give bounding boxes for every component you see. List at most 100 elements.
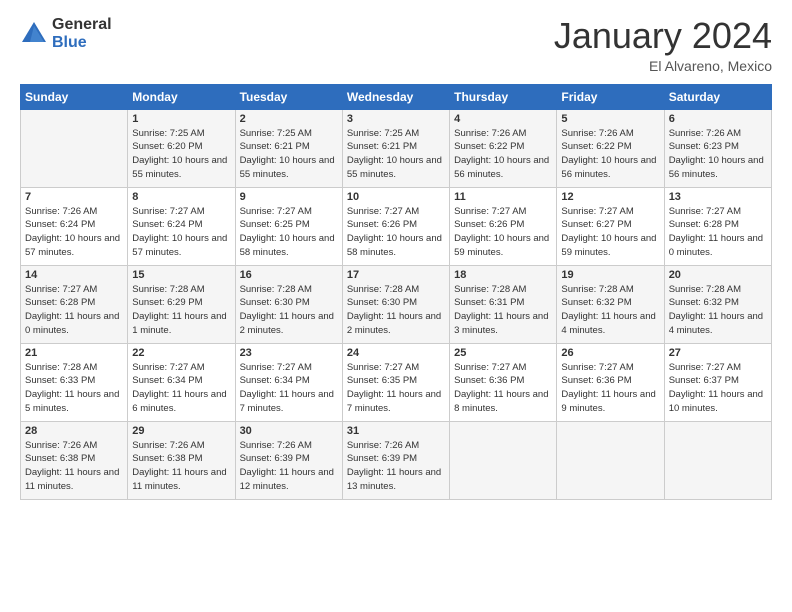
calendar-cell: 22 Sunrise: 7:27 AMSunset: 6:34 PMDayligh… (128, 343, 235, 421)
day-number: 20 (669, 269, 767, 281)
cell-content: Sunrise: 7:28 AMSunset: 6:32 PMDaylight:… (669, 283, 767, 338)
calendar-cell: 6Sunrise: 7:26 AMSunset: 6:23 PMDaylight… (664, 109, 771, 187)
header: General Blue January 2024 El Alvareno, M… (20, 16, 772, 74)
day-number: 24 (347, 347, 445, 359)
day-number: 4 (454, 113, 552, 125)
cell-content: Sunrise: 7:26 AMSunset: 6:38 PMDaylight:… (25, 439, 123, 494)
calendar-cell: 14Sunrise: 7:27 AMSunset: 6:28 PMDayligh… (21, 265, 128, 343)
calendar-cell: 31 Sunrise: 7:26 AMSunset: 6:39 PMDayligh… (342, 421, 449, 499)
logo-blue-text: Blue (52, 34, 112, 52)
calendar-cell: 7 Sunrise: 7:26 AMSunset: 6:24 PMDaylight… (21, 187, 128, 265)
cell-content: Sunrise: 7:28 AMSunset: 6:32 PMDaylight:… (561, 283, 659, 338)
day-number: 3 (347, 113, 445, 125)
day-number: 5 (561, 113, 659, 125)
calendar-table: SundayMondayTuesdayWednesdayThursdayFrid… (20, 84, 772, 500)
calendar-cell: 2 Sunrise: 7:25 AMSunset: 6:21 PMDaylight… (235, 109, 342, 187)
col-header-tuesday: Tuesday (235, 84, 342, 109)
cell-content: Sunrise: 7:27 AMSunset: 6:36 PMDaylight:… (561, 361, 659, 416)
header-row: SundayMondayTuesdayWednesdayThursdayFrid… (21, 84, 772, 109)
cell-content: Sunrise: 7:27 AMSunset: 6:34 PMDaylight:… (240, 361, 338, 416)
calendar-cell: 15 Sunrise: 7:28 AMSunset: 6:29 PMDayligh… (128, 265, 235, 343)
calendar-cell (664, 421, 771, 499)
calendar-cell: 27Sunrise: 7:27 AMSunset: 6:37 PMDayligh… (664, 343, 771, 421)
calendar-cell: 28 Sunrise: 7:26 AMSunset: 6:38 PMDayligh… (21, 421, 128, 499)
calendar-cell: 9 Sunrise: 7:27 AMSunset: 6:25 PMDaylight… (235, 187, 342, 265)
calendar-cell (557, 421, 664, 499)
month-title: January 2024 (554, 16, 772, 56)
cell-content: Sunrise: 7:27 AMSunset: 6:25 PMDaylight:… (240, 205, 338, 260)
day-number: 7 (25, 191, 123, 203)
day-number: 30 (240, 425, 338, 437)
col-header-thursday: Thursday (450, 84, 557, 109)
day-number: 17 (347, 269, 445, 281)
cell-content: Sunrise: 7:28 AMSunset: 6:29 PMDaylight:… (132, 283, 230, 338)
day-number: 16 (240, 269, 338, 281)
calendar-cell: 10 Sunrise: 7:27 AMSunset: 6:26 PMDayligh… (342, 187, 449, 265)
week-row-1: 7 Sunrise: 7:26 AMSunset: 6:24 PMDaylight… (21, 187, 772, 265)
col-header-sunday: Sunday (21, 84, 128, 109)
calendar-cell (21, 109, 128, 187)
calendar-cell: 30 Sunrise: 7:26 AMSunset: 6:39 PMDayligh… (235, 421, 342, 499)
day-number: 15 (132, 269, 230, 281)
day-number: 25 (454, 347, 552, 359)
cell-content: Sunrise: 7:28 AMSunset: 6:31 PMDaylight:… (454, 283, 552, 338)
day-number: 28 (25, 425, 123, 437)
cell-content: Sunrise: 7:28 AMSunset: 6:30 PMDaylight:… (240, 283, 338, 338)
col-header-saturday: Saturday (664, 84, 771, 109)
day-number: 8 (132, 191, 230, 203)
col-header-friday: Friday (557, 84, 664, 109)
logo-icon (20, 20, 48, 48)
calendar-cell: 20 Sunrise: 7:28 AMSunset: 6:32 PMDayligh… (664, 265, 771, 343)
calendar-cell: 21Sunrise: 7:28 AMSunset: 6:33 PMDayligh… (21, 343, 128, 421)
day-number: 9 (240, 191, 338, 203)
day-number: 11 (454, 191, 552, 203)
cell-content: Sunrise: 7:26 AMSunset: 6:39 PMDaylight:… (347, 439, 445, 494)
cell-content: Sunrise: 7:26 AMSunset: 6:39 PMDaylight:… (240, 439, 338, 494)
col-header-monday: Monday (128, 84, 235, 109)
logo: General Blue (20, 16, 112, 51)
day-number: 12 (561, 191, 659, 203)
cell-content: Sunrise: 7:27 AMSunset: 6:28 PMDaylight:… (669, 205, 767, 260)
day-number: 21 (25, 347, 123, 359)
calendar-cell: 5Sunrise: 7:26 AMSunset: 6:22 PMDaylight… (557, 109, 664, 187)
day-number: 13 (669, 191, 767, 203)
cell-content: Sunrise: 7:25 AMSunset: 6:21 PMDaylight:… (347, 127, 445, 182)
page: General Blue January 2024 El Alvareno, M… (0, 0, 792, 612)
day-number: 29 (132, 425, 230, 437)
cell-content: Sunrise: 7:28 AMSunset: 6:30 PMDaylight:… (347, 283, 445, 338)
cell-content: Sunrise: 7:27 AMSunset: 6:36 PMDaylight:… (454, 361, 552, 416)
week-row-4: 28 Sunrise: 7:26 AMSunset: 6:38 PMDayligh… (21, 421, 772, 499)
week-row-3: 21Sunrise: 7:28 AMSunset: 6:33 PMDayligh… (21, 343, 772, 421)
day-number: 1 (132, 113, 230, 125)
cell-content: Sunrise: 7:26 AMSunset: 6:38 PMDaylight:… (132, 439, 230, 494)
cell-content: Sunrise: 7:27 AMSunset: 6:28 PMDaylight:… (25, 283, 123, 338)
day-number: 10 (347, 191, 445, 203)
calendar-cell: 1 Sunrise: 7:25 AMSunset: 6:20 PMDaylight… (128, 109, 235, 187)
cell-content: Sunrise: 7:27 AMSunset: 6:26 PMDaylight:… (454, 205, 552, 260)
cell-content: Sunrise: 7:27 AMSunset: 6:24 PMDaylight:… (132, 205, 230, 260)
calendar-cell: 23 Sunrise: 7:27 AMSunset: 6:34 PMDayligh… (235, 343, 342, 421)
day-number: 23 (240, 347, 338, 359)
calendar-cell: 17 Sunrise: 7:28 AMSunset: 6:30 PMDayligh… (342, 265, 449, 343)
cell-content: Sunrise: 7:25 AMSunset: 6:21 PMDaylight:… (240, 127, 338, 182)
calendar-cell: 26Sunrise: 7:27 AMSunset: 6:36 PMDayligh… (557, 343, 664, 421)
day-number: 27 (669, 347, 767, 359)
cell-content: Sunrise: 7:26 AMSunset: 6:23 PMDaylight:… (669, 127, 767, 182)
cell-content: Sunrise: 7:27 AMSunset: 6:34 PMDaylight:… (132, 361, 230, 416)
calendar-cell: 3 Sunrise: 7:25 AMSunset: 6:21 PMDaylight… (342, 109, 449, 187)
day-number: 18 (454, 269, 552, 281)
cell-content: Sunrise: 7:27 AMSunset: 6:26 PMDaylight:… (347, 205, 445, 260)
location: El Alvareno, Mexico (554, 58, 772, 74)
logo-general-text: General (52, 16, 112, 34)
calendar-cell: 13 Sunrise: 7:27 AMSunset: 6:28 PMDayligh… (664, 187, 771, 265)
calendar-cell: 4Sunrise: 7:26 AMSunset: 6:22 PMDaylight… (450, 109, 557, 187)
cell-content: Sunrise: 7:27 AMSunset: 6:35 PMDaylight:… (347, 361, 445, 416)
day-number: 31 (347, 425, 445, 437)
day-number: 22 (132, 347, 230, 359)
cell-content: Sunrise: 7:25 AMSunset: 6:20 PMDaylight:… (132, 127, 230, 182)
calendar-cell: 8 Sunrise: 7:27 AMSunset: 6:24 PMDaylight… (128, 187, 235, 265)
col-header-wednesday: Wednesday (342, 84, 449, 109)
day-number: 2 (240, 113, 338, 125)
cell-content: Sunrise: 7:26 AMSunset: 6:24 PMDaylight:… (25, 205, 123, 260)
calendar-cell: 19Sunrise: 7:28 AMSunset: 6:32 PMDayligh… (557, 265, 664, 343)
